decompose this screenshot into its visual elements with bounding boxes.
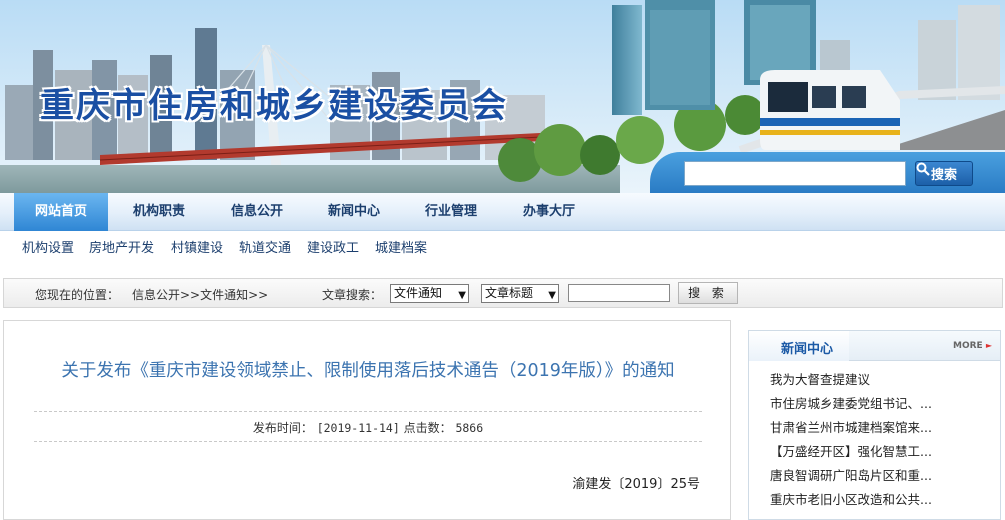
subnav-item-org[interactable]: 机构设置 [22,237,74,256]
subnav-item-politics[interactable]: 建设政工 [307,237,359,256]
category-select-value: 文件通知 [394,286,443,300]
monorail-train [760,70,900,150]
search-icon [916,162,930,176]
document-number: 渝建发〔2019〕25号 [572,477,700,492]
article-search-label: 文章搜索： [322,288,383,302]
field-select[interactable]: 文章标题 ▼ [481,284,559,303]
publish-label: 发布时间： [252,421,313,435]
news-item[interactable]: 市住房城乡建委党组书记、... [770,393,932,417]
news-sidebar: 新闻中心 MORE ► 我为大督查提建议 市住房城乡建委党组书记、... 甘肃省… [748,330,1001,520]
news-item[interactable]: 重庆市老旧小区改造和公共... [770,489,932,513]
nav-item-duties[interactable]: 机构职责 [112,193,206,231]
sidebar-header: 新闻中心 MORE ► [749,331,1000,361]
field-select-value: 文章标题 [485,286,534,300]
news-item[interactable]: 【万盛经开区】强化智慧工... [770,441,932,465]
subnav-item-realestate[interactable]: 房地产开发 [89,237,154,256]
article-keyword-input[interactable] [568,284,670,302]
divider [34,441,702,442]
main-nav: 网站首页 机构职责 信息公开 新闻中心 行业管理 办事大厅 [0,193,1005,231]
header-search-button-label: 搜索 [930,168,957,183]
nav-item-news[interactable]: 新闻中心 [307,193,401,231]
news-list: 我为大督查提建议 市住房城乡建委党组书记、... 甘肃省兰州市城建档案馆来...… [770,369,932,513]
arrow-right-icon: ► [985,341,992,350]
article-title: 关于发布《重庆市建设领域禁止、限制使用落后技术通告（2019年版）》的通知 [61,361,675,381]
nav-item-home[interactable]: 网站首页 [14,193,108,231]
breadcrumb: 您现在的位置： 信息公开>>文件通知>> 文章搜索： 文件通知 ▼ 文章标题 ▼… [3,278,1003,308]
publish-date: [2019-11-14] [316,421,400,435]
subnav-item-towns[interactable]: 村镇建设 [171,237,223,256]
subnav-item-rail[interactable]: 轨道交通 [239,237,291,256]
breadcrumb-prefix: 您现在的位置： [35,288,120,302]
sidebar-title: 新闻中心 [781,342,834,357]
more-link[interactable]: MORE ► [953,341,992,351]
article-panel: 关于发布《重庆市建设领域禁止、限制使用落后技术通告（2019年版）》的通知 发布… [3,320,731,520]
header-search-input[interactable] [684,161,906,186]
more-label: MORE [953,341,983,351]
news-item[interactable]: 甘肃省兰州市城建档案馆来... [770,417,932,441]
divider [34,411,702,412]
header-banner: 重庆市住房和城乡建设委员会 搜索 [0,0,1005,193]
site-title: 重庆市住房和城乡建设委员会 [40,86,508,126]
header-search-button[interactable]: 搜索 [915,161,973,186]
chevron-down-icon: ▼ [548,290,556,301]
clicks-label: 点击数： [403,421,452,435]
chevron-down-icon: ▼ [458,290,466,301]
click-count: 5866 [455,421,484,435]
article-meta: 发布时间： [2019-11-14] 点击数： 5866 [4,419,732,436]
category-select[interactable]: 文件通知 ▼ [390,284,469,303]
nav-item-disclosure[interactable]: 信息公开 [210,193,304,231]
news-item[interactable]: 我为大督查提建议 [770,369,932,393]
news-item[interactable]: 唐良智调研广阳岛片区和重... [770,465,932,489]
breadcrumb-path[interactable]: 信息公开>>文件通知>> [132,286,268,303]
sub-nav: 机构设置 房地产开发 村镇建设 轨道交通 建设政工 城建档案 [0,231,1005,259]
subnav-item-archives[interactable]: 城建档案 [375,237,427,256]
article-search-button[interactable]: 搜 索 [678,282,738,304]
nav-item-services[interactable]: 办事大厅 [502,193,596,231]
nav-item-industry[interactable]: 行业管理 [404,193,498,231]
